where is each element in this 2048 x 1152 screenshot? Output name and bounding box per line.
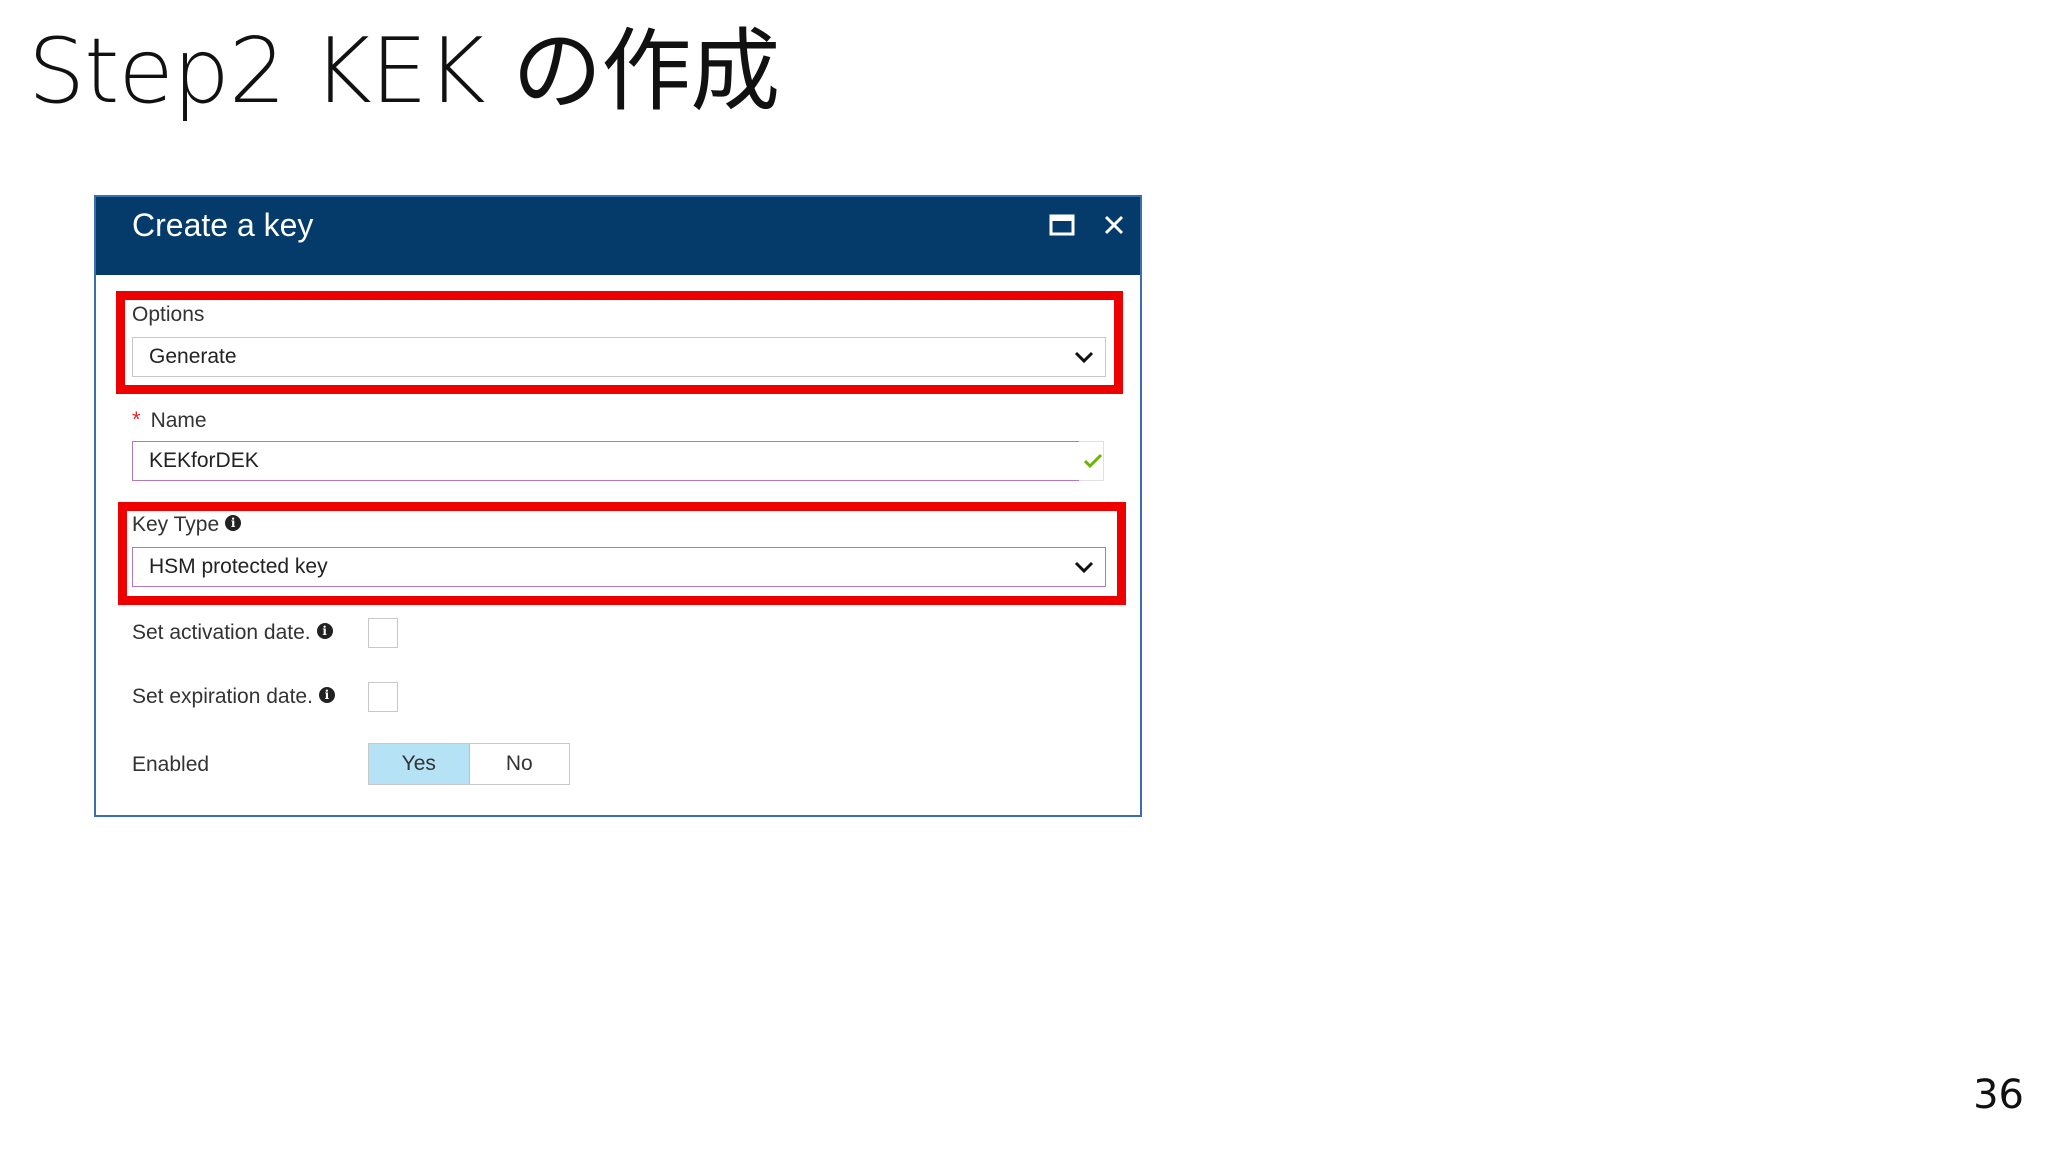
- slide-title: Step2 KEK の作成: [28, 19, 780, 124]
- options-value: Generate: [149, 345, 237, 368]
- expiration-date-label-text: Set expiration date.: [132, 685, 313, 708]
- enabled-no-option[interactable]: No: [470, 744, 570, 784]
- enabled-label: Enabled: [132, 753, 210, 776]
- options-label: Options: [132, 303, 205, 326]
- key-type-value: HSM protected key: [149, 555, 328, 578]
- expiration-date-checkbox[interactable]: [368, 682, 398, 712]
- maximize-button[interactable]: [1042, 205, 1082, 245]
- close-button[interactable]: [1094, 205, 1134, 245]
- activation-date-label: Set activation date. i: [132, 621, 333, 645]
- page-number: 36: [1973, 1072, 2024, 1118]
- chevron-down-icon: [1073, 338, 1095, 376]
- create-key-blade: Create a key Options Generate * Name KEKf…: [94, 195, 1142, 817]
- key-type-label-text: Key Type: [132, 513, 220, 536]
- enabled-yes-option[interactable]: Yes: [369, 744, 470, 784]
- key-type-label: Key Type i: [132, 513, 242, 537]
- enabled-toggle: Yes No: [368, 743, 570, 785]
- blade-header: Create a key: [96, 197, 1140, 275]
- activation-date-checkbox[interactable]: [368, 618, 398, 648]
- options-select[interactable]: Generate: [132, 337, 1106, 377]
- info-icon: i: [316, 623, 333, 640]
- close-icon: [1104, 215, 1124, 235]
- activation-date-label-text: Set activation date.: [132, 621, 311, 644]
- blade-title: Create a key: [132, 207, 314, 243]
- name-value: KEKforDEK: [149, 449, 259, 472]
- expiration-date-label: Set expiration date. i: [132, 685, 335, 709]
- checkmark-icon: [1081, 442, 1105, 480]
- name-input[interactable]: KEKforDEK: [132, 441, 1104, 481]
- required-marker: *: [132, 407, 141, 432]
- info-icon: i: [318, 687, 335, 704]
- chevron-down-icon: [1073, 548, 1095, 586]
- name-label: * Name: [132, 407, 207, 433]
- maximize-icon: [1049, 214, 1075, 236]
- key-type-select[interactable]: HSM protected key: [132, 547, 1106, 587]
- info-icon: i: [225, 515, 242, 532]
- name-label-text: Name: [150, 409, 207, 432]
